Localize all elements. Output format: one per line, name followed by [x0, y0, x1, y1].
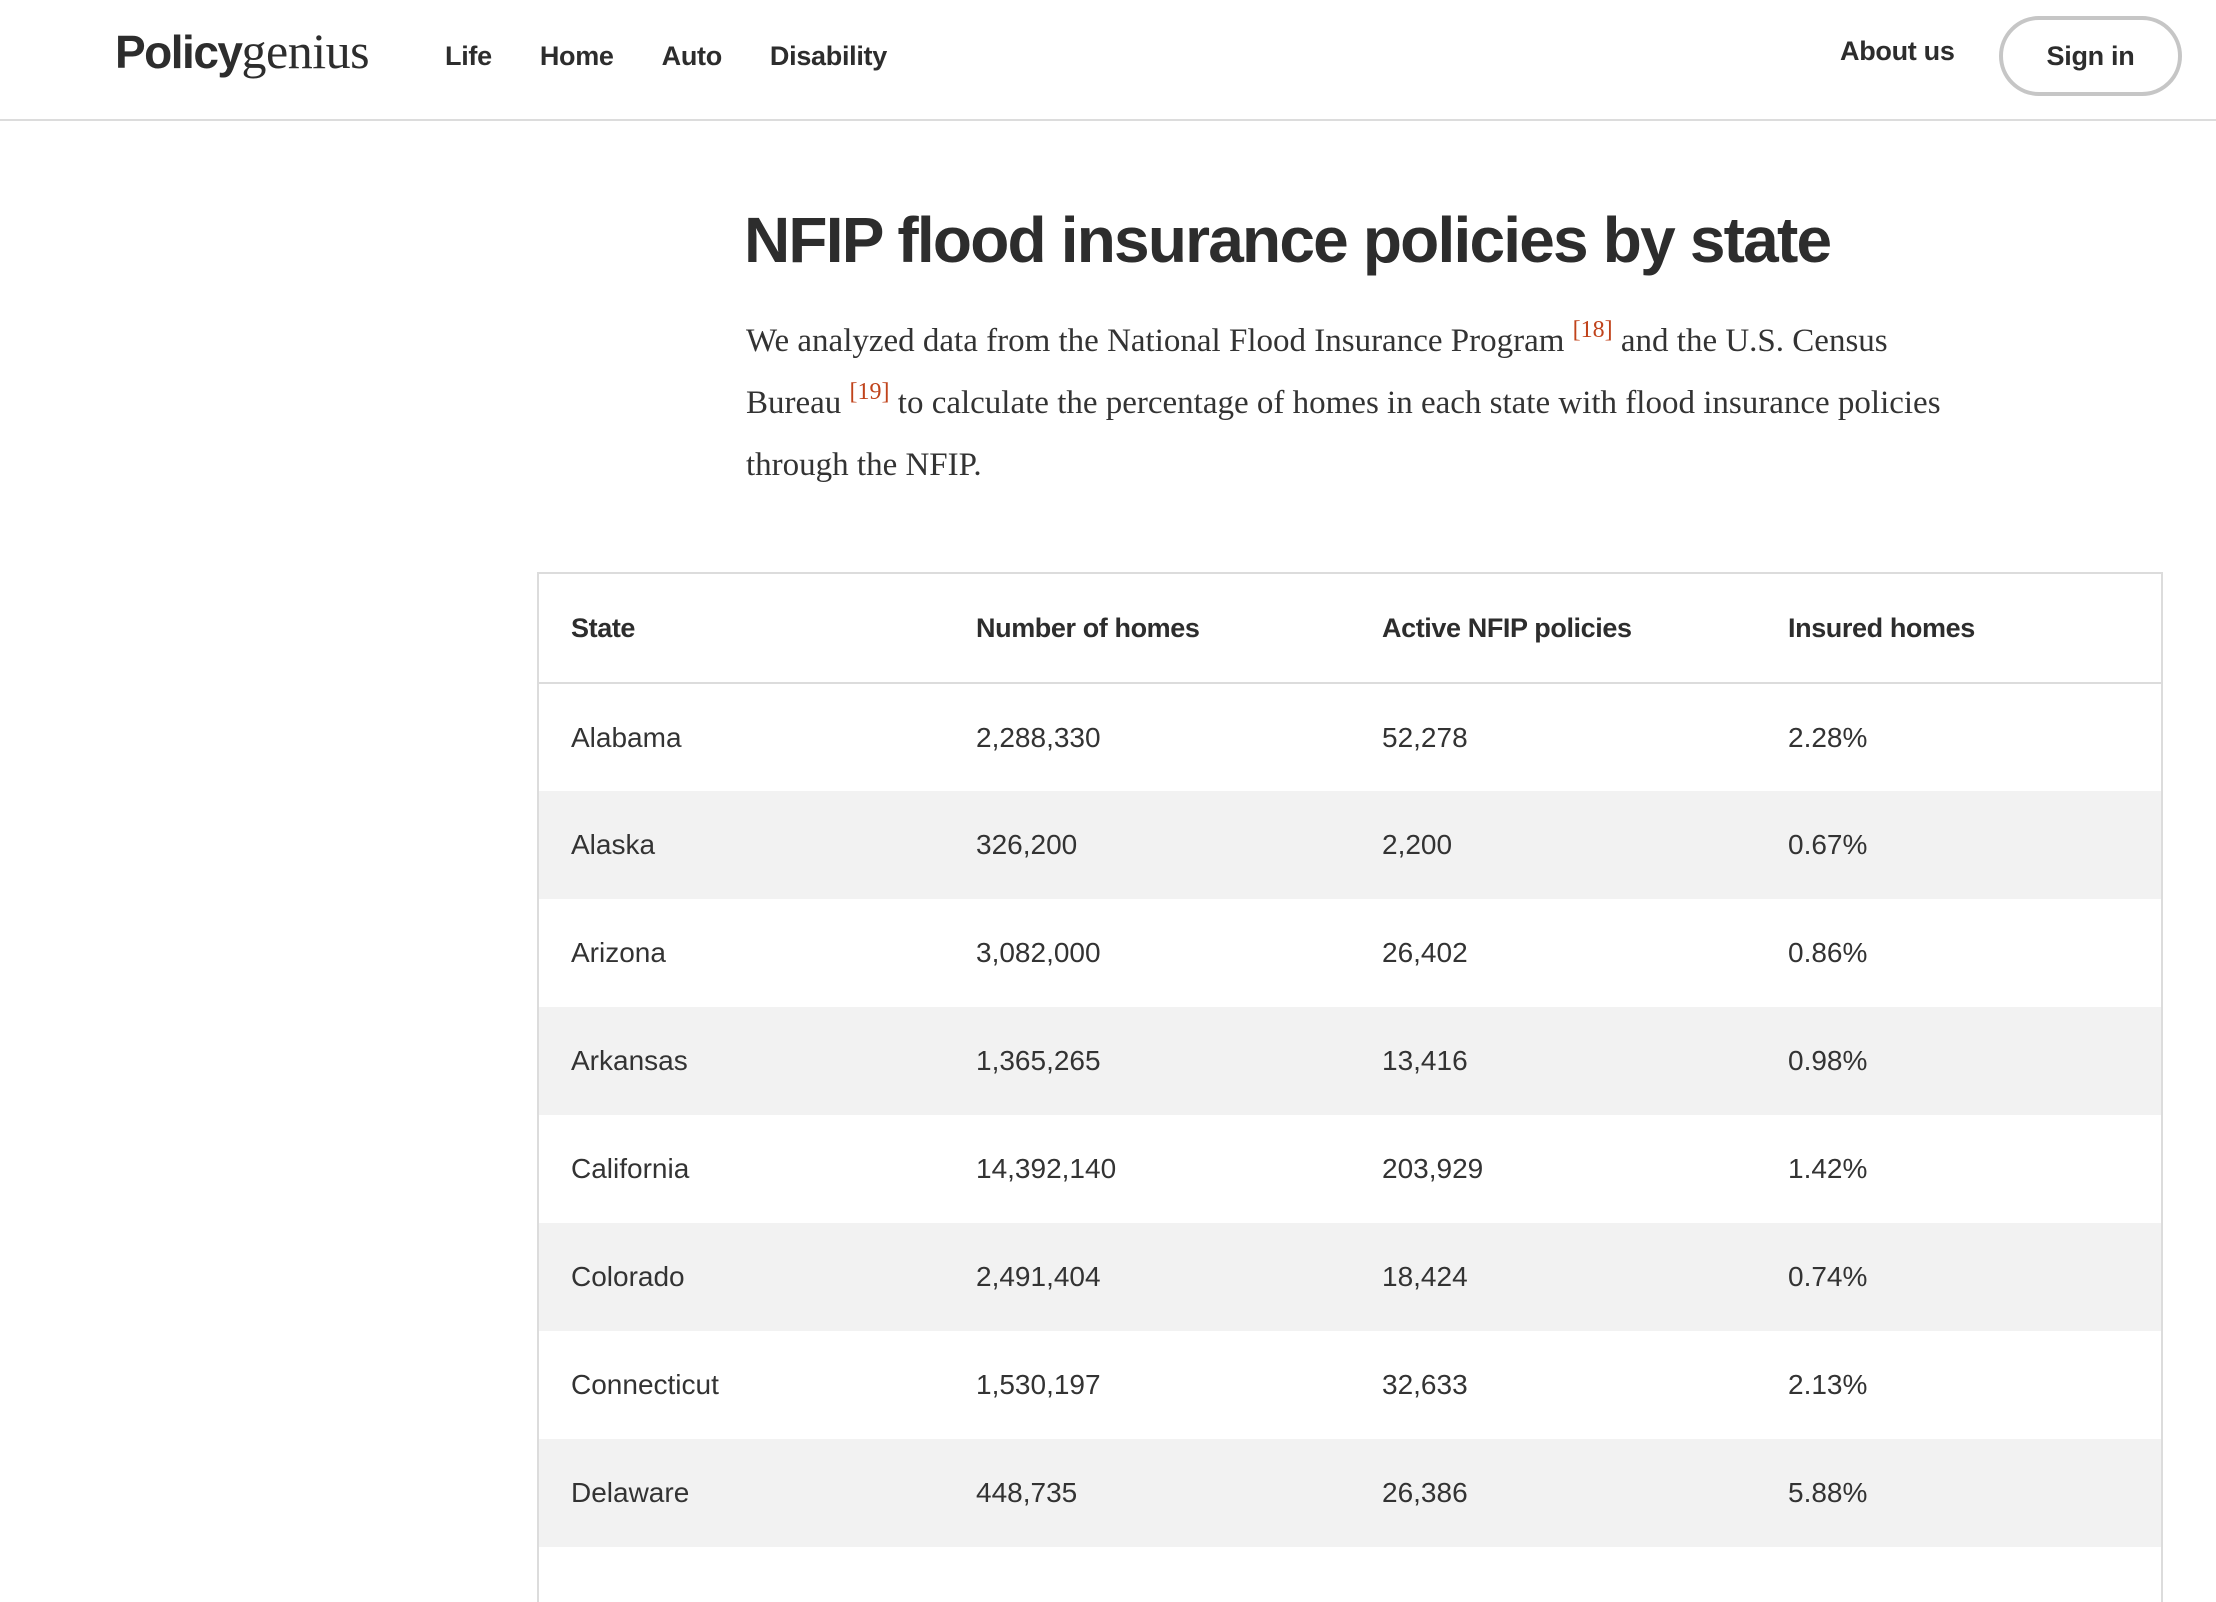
- column-header-number-of-homes: Number of homes: [944, 574, 1350, 684]
- cell-state: Colorado: [539, 1223, 944, 1331]
- table-row: Arkansas 1,365,265 13,416 0.98%: [539, 1007, 2161, 1115]
- cell-active-policies: 52,278: [1382, 721, 1468, 753]
- table-header: State Number of homes Active NFIP polici…: [539, 574, 2161, 684]
- about-us-link[interactable]: About us: [1840, 36, 1955, 67]
- cell-number-of-homes: 326,200: [944, 791, 1350, 899]
- intro-text-1: We analyzed data from the National Flood…: [746, 323, 1573, 359]
- cell-number-of-homes: 3,082,000: [976, 937, 1101, 968]
- citation-link-19[interactable]: [19]: [850, 379, 890, 405]
- cell-active-policies: 18,424: [1350, 1223, 1756, 1331]
- cell-empty: [1756, 1547, 2161, 1602]
- table-row: Delaware 448,735 26,386 5.88%: [539, 1439, 2161, 1547]
- cell-active-policies: 26,386: [1350, 1439, 1756, 1547]
- cell-insured-homes: 0.98%: [1756, 1007, 2161, 1115]
- nfip-policies-table: State Number of homes Active NFIP polici…: [539, 574, 2161, 1602]
- logo-light-text: genius: [241, 23, 370, 79]
- column-header-state: State: [539, 574, 944, 684]
- table-row: California 14,392,140 203,929 1.42%: [539, 1115, 2161, 1223]
- nav-link-disability[interactable]: Disability: [770, 41, 887, 72]
- cell-state: California: [571, 1153, 690, 1184]
- table-row: Alaska 326,200 2,200 0.67%: [539, 791, 2161, 899]
- cell-state: Connecticut: [571, 1369, 719, 1400]
- site-header: Policy genius Life Home Auto Disability A…: [0, 0, 2216, 121]
- column-header-active-policies: Active NFIP policies: [1350, 574, 1756, 684]
- table-row: Alabama 2,288,330 52,278 2.28%: [539, 683, 2161, 791]
- intro-paragraph: We analyzed data from the National Flood…: [746, 310, 1966, 496]
- main-nav: Life Home Auto Disability: [445, 36, 935, 76]
- nav-link-life[interactable]: Life: [445, 41, 492, 72]
- citation-link-18[interactable]: [18]: [1573, 317, 1613, 343]
- cell-number-of-homes: 14,392,140: [976, 1153, 1117, 1184]
- cell-number-of-homes: 1,530,197: [976, 1369, 1101, 1400]
- nav-link-home[interactable]: Home: [540, 41, 614, 72]
- table-row: Colorado 2,491,404 18,424 0.74%: [539, 1223, 2161, 1331]
- intro-text-3: to calculate the percentage of homes in …: [746, 385, 1941, 483]
- cell-active-policies: 26,402: [1382, 937, 1468, 968]
- cell-number-of-homes: 2,288,330: [976, 721, 1101, 753]
- cell-insured-homes: 2.13%: [1788, 1369, 1868, 1400]
- cell-empty: [1350, 1547, 1756, 1602]
- cell-number-of-homes: 448,735: [944, 1439, 1350, 1547]
- cell-insured-homes: 0.74%: [1756, 1223, 2161, 1331]
- table-row: [539, 1547, 2161, 1602]
- column-header-insured-homes: Insured homes: [1756, 574, 2161, 684]
- cell-active-policies: 13,416: [1350, 1007, 1756, 1115]
- table-header-row: State Number of homes Active NFIP polici…: [539, 574, 2161, 684]
- policygenius-logo[interactable]: Policy genius: [115, 22, 370, 86]
- cell-active-policies: 2,200: [1350, 791, 1756, 899]
- cell-number-of-homes: 1,365,265: [944, 1007, 1350, 1115]
- logo-bold-text: Policy: [115, 26, 243, 78]
- nav-link-auto[interactable]: Auto: [662, 41, 723, 72]
- cell-empty: [539, 1547, 944, 1602]
- table-row: Arizona 3,082,000 26,402 0.86%: [539, 899, 2161, 1007]
- sign-in-button[interactable]: Sign in: [1999, 16, 2182, 96]
- cell-active-policies: 203,929: [1382, 1153, 1484, 1184]
- cell-insured-homes: 1.42%: [1788, 1153, 1868, 1184]
- table-body: Alabama 2,288,330 52,278 2.28% Alaska 32…: [539, 683, 2161, 1602]
- cell-active-policies: 32,633: [1382, 1369, 1468, 1400]
- cell-insured-homes: 0.86%: [1788, 937, 1868, 968]
- cell-state: Delaware: [539, 1439, 944, 1547]
- cell-state: Alabama: [571, 721, 682, 753]
- cell-state: Alaska: [539, 791, 944, 899]
- cell-insured-homes: 5.88%: [1756, 1439, 2161, 1547]
- nfip-table-container: State Number of homes Active NFIP polici…: [537, 572, 2163, 1602]
- cell-state: Arkansas: [539, 1007, 944, 1115]
- cell-insured-homes: 2.28%: [1788, 721, 1868, 753]
- page-title: NFIP flood insurance policies by state: [744, 204, 1832, 276]
- cell-number-of-homes: 2,491,404: [944, 1223, 1350, 1331]
- cell-empty: [944, 1547, 1350, 1602]
- table-row: Connecticut 1,530,197 32,633 2.13%: [539, 1331, 2161, 1439]
- cell-insured-homes: 0.67%: [1756, 791, 2161, 899]
- cell-state: Arizona: [571, 937, 666, 968]
